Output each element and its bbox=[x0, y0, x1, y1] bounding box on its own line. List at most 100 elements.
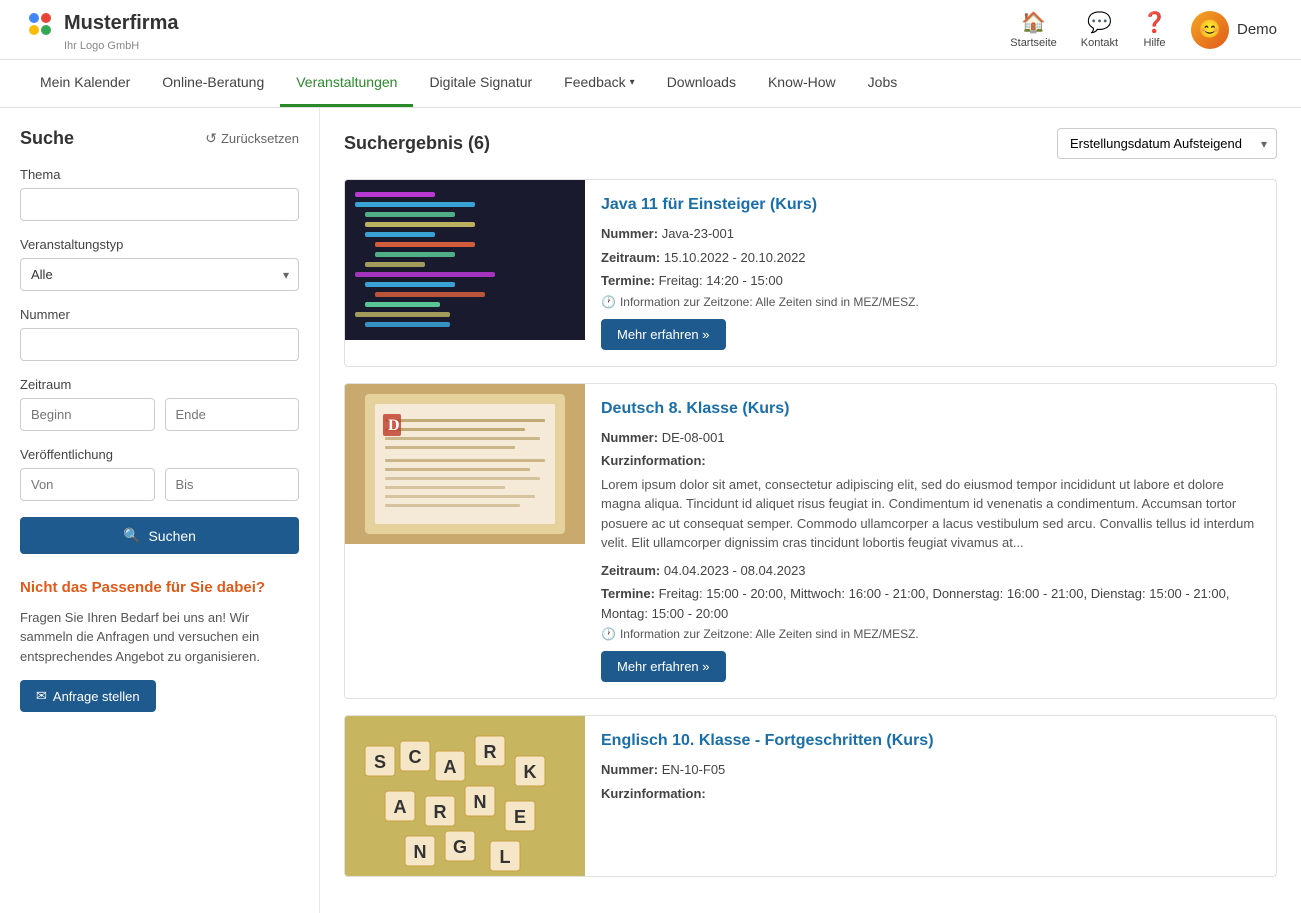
nav-feedback-label: Feedback bbox=[564, 74, 625, 90]
nav-jobs-label: Jobs bbox=[868, 74, 898, 90]
card-title-2[interactable]: Deutsch 8. Klasse (Kurs) bbox=[601, 400, 1260, 418]
reset-label: Zurücksetzen bbox=[221, 131, 299, 146]
card-timezone-1: 🕐 Information zur Zeitzone: Alle Zeiten … bbox=[601, 295, 1260, 309]
zeitraum-beginn-input[interactable] bbox=[20, 398, 155, 431]
nav-beratung-label: Online-Beratung bbox=[162, 74, 264, 90]
reset-link[interactable]: ↺ Zurücksetzen bbox=[205, 130, 299, 147]
svg-text:R: R bbox=[484, 742, 497, 762]
nav-item-beratung[interactable]: Online-Beratung bbox=[146, 60, 280, 107]
chevron-down-icon: ▾ bbox=[630, 77, 635, 88]
anfrage-button[interactable]: ✉ Anfrage stellen bbox=[20, 680, 156, 712]
card-desc-2: Lorem ipsum dolor sit amet, consectetur … bbox=[601, 475, 1260, 553]
user-area[interactable]: 😊 Demo bbox=[1191, 11, 1277, 49]
mehr-erfahren-button-1[interactable]: Mehr erfahren » bbox=[601, 319, 726, 350]
nummer-label-1: Nummer: bbox=[601, 226, 658, 241]
hilfe-action[interactable]: ❓ Hilfe bbox=[1142, 10, 1167, 49]
card-title-3[interactable]: Englisch 10. Klasse - Fortgeschritten (K… bbox=[601, 732, 1260, 750]
veranstaltungstyp-label: Veranstaltungstyp bbox=[20, 237, 299, 252]
mehr-erfahren-label-1: Mehr erfahren » bbox=[617, 327, 710, 342]
veroeffentlichung-row bbox=[20, 468, 299, 501]
card-meta-zeitraum-2: Zeitraum: 04.04.2023 - 08.04.2023 bbox=[601, 561, 1260, 581]
card-meta-nummer-2: Nummer: DE-08-001 bbox=[601, 428, 1260, 448]
veranstaltungstyp-wrapper: Alle Kurs Webinar Workshop ▾ bbox=[20, 258, 299, 291]
thema-input[interactable] bbox=[20, 188, 299, 221]
nummer-input[interactable] bbox=[20, 328, 299, 361]
kurzinfo-label-2: Kurzinformation: bbox=[601, 453, 706, 468]
logo-subtitle: Ihr Logo GmbH bbox=[64, 40, 139, 52]
nummer-value-1: Java-23-001 bbox=[662, 226, 734, 241]
svg-text:R: R bbox=[434, 802, 447, 822]
search-button-label: Suchen bbox=[148, 528, 195, 544]
nummer-label-2: Nummer: bbox=[601, 430, 658, 445]
reset-icon: ↺ bbox=[205, 130, 217, 147]
zeitraum-value-1: 15.10.2022 - 20.10.2022 bbox=[664, 250, 806, 265]
promo-text: Fragen Sie Ihren Bedarf bei uns an! Wir … bbox=[20, 608, 299, 667]
svg-text:A: A bbox=[394, 797, 407, 817]
timezone-text-2: Information zur Zeitzone: Alle Zeiten si… bbox=[620, 627, 919, 641]
sidebar: Suche ↺ Zurücksetzen Thema Veranstaltung… bbox=[0, 108, 320, 913]
chat-icon: 💬 bbox=[1087, 10, 1112, 35]
card-meta-termine-1: Termine: Freitag: 14:20 - 15:00 bbox=[601, 271, 1260, 291]
user-name: Demo bbox=[1237, 21, 1277, 38]
timezone-text-1: Information zur Zeitzone: Alle Zeiten si… bbox=[620, 295, 919, 309]
field-zeitraum: Zeitraum bbox=[20, 377, 299, 431]
zeitraum-label-1: Zeitraum: bbox=[601, 250, 660, 265]
field-veroeffentlichung: Veröffentlichung bbox=[20, 447, 299, 501]
clock-icon: 🕐 bbox=[601, 295, 616, 309]
nav-item-downloads[interactable]: Downloads bbox=[651, 60, 752, 107]
header: Musterfirma Ihr Logo GmbH 🏠 Startseite 💬… bbox=[0, 0, 1301, 60]
nav-item-feedback[interactable]: Feedback ▾ bbox=[548, 60, 651, 107]
field-veranstaltungstyp: Veranstaltungstyp Alle Kurs Webinar Work… bbox=[20, 237, 299, 291]
logo-area: Musterfirma Ihr Logo GmbH bbox=[24, 8, 178, 52]
nav-item-signatur[interactable]: Digitale Signatur bbox=[413, 60, 548, 107]
termine-label-2: Termine: bbox=[601, 586, 655, 601]
mehr-erfahren-button-2[interactable]: Mehr erfahren » bbox=[601, 651, 726, 682]
svg-text:A: A bbox=[444, 757, 457, 777]
card-image-2: D bbox=[345, 384, 585, 544]
termine-label-1: Termine: bbox=[601, 273, 655, 288]
result-card-2: D Deutsch 8. Klasse (Kurs) Nummer: DE-08… bbox=[344, 383, 1277, 700]
nav-knowhow-label: Know-How bbox=[768, 74, 836, 90]
nav-item-jobs[interactable]: Jobs bbox=[852, 60, 914, 107]
svg-text:C: C bbox=[409, 747, 422, 767]
thema-label: Thema bbox=[20, 167, 299, 182]
nummer-value-3: EN-10-F05 bbox=[662, 762, 726, 777]
sidebar-promo: Nicht das Passende für Sie dabei? Fragen… bbox=[20, 578, 299, 712]
result-card-1: Java 11 für Einsteiger (Kurs) Nummer: Ja… bbox=[344, 179, 1277, 367]
veroeffentlichung-bis-input[interactable] bbox=[165, 468, 300, 501]
envelope-icon: ✉ bbox=[36, 688, 47, 704]
veroeffentlichung-von-input[interactable] bbox=[20, 468, 155, 501]
zeitraum-ende-input[interactable] bbox=[165, 398, 300, 431]
svg-text:N: N bbox=[414, 842, 427, 862]
sort-select[interactable]: Erstellungsdatum Aufsteigend Erstellungs… bbox=[1057, 128, 1277, 159]
nummer-label-3: Nummer: bbox=[601, 762, 658, 777]
svg-text:G: G bbox=[453, 837, 467, 857]
promo-title: Nicht das Passende für Sie dabei? bbox=[20, 578, 299, 598]
kontakt-action[interactable]: 💬 Kontakt bbox=[1081, 10, 1118, 49]
kurzinfo-label-3: Kurzinformation: bbox=[601, 786, 706, 801]
nav-item-veranstaltungen[interactable]: Veranstaltungen bbox=[280, 60, 413, 107]
termine-value-2: Freitag: 15:00 - 20:00, Mittwoch: 16:00 … bbox=[601, 586, 1229, 621]
field-thema: Thema bbox=[20, 167, 299, 221]
mehr-erfahren-label-2: Mehr erfahren » bbox=[617, 659, 710, 674]
veroeffentlichung-label: Veröffentlichung bbox=[20, 447, 299, 462]
nav-veranstaltungen-label: Veranstaltungen bbox=[296, 74, 397, 90]
sidebar-title: Suche bbox=[20, 128, 74, 149]
field-nummer: Nummer bbox=[20, 307, 299, 361]
logo-brand: Musterfirma bbox=[24, 8, 178, 40]
anfrage-button-label: Anfrage stellen bbox=[53, 689, 140, 704]
veranstaltungstyp-select[interactable]: Alle Kurs Webinar Workshop bbox=[20, 258, 299, 291]
card-meta-termine-2: Termine: Freitag: 15:00 - 20:00, Mittwoc… bbox=[601, 584, 1260, 623]
home-icon: 🏠 bbox=[1021, 10, 1046, 35]
startseite-action[interactable]: 🏠 Startseite bbox=[1010, 10, 1056, 49]
card-title-1[interactable]: Java 11 für Einsteiger (Kurs) bbox=[601, 196, 1260, 214]
svg-text:L: L bbox=[500, 847, 511, 867]
card-meta-kurzinfo-3: Kurzinformation: bbox=[601, 784, 1260, 804]
nav-item-knowhow[interactable]: Know-How bbox=[752, 60, 852, 107]
search-button[interactable]: 🔍 Suchen bbox=[20, 517, 299, 554]
sidebar-header: Suche ↺ Zurücksetzen bbox=[20, 128, 299, 149]
search-icon: 🔍 bbox=[123, 527, 140, 544]
card-meta-nummer-1: Nummer: Java-23-001 bbox=[601, 224, 1260, 244]
svg-text:E: E bbox=[514, 807, 526, 827]
nav-item-kalender[interactable]: Mein Kalender bbox=[24, 60, 146, 107]
